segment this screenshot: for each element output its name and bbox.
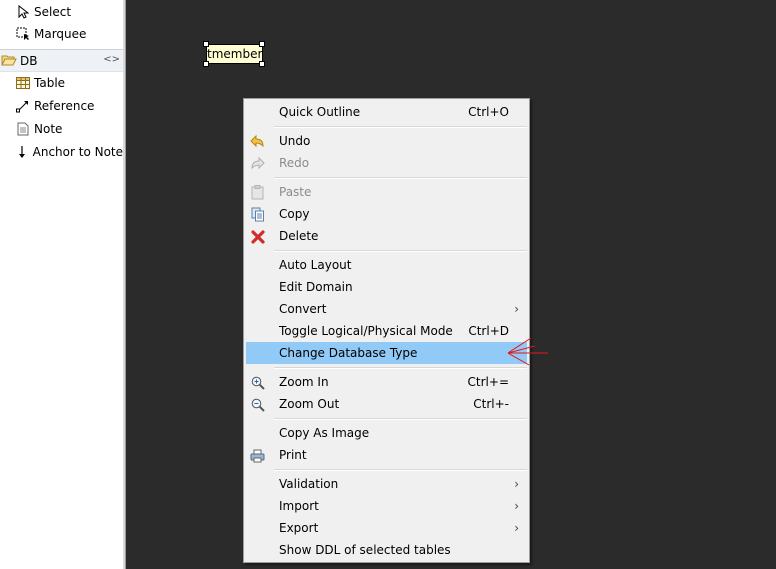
table-icon — [16, 76, 30, 90]
drawer-db-label: DB — [20, 53, 38, 68]
menu-item-show-ddl[interactable]: Show DDL of selected tables — [246, 539, 527, 561]
marquee-icon — [16, 27, 30, 41]
table-node[interactable]: tmember — [206, 44, 263, 64]
submenu-arrow-icon: › — [514, 302, 519, 316]
menu-item-shortcut: Ctrl+= — [467, 375, 509, 389]
redo-icon — [250, 156, 265, 171]
selection-handle[interactable] — [259, 61, 265, 67]
submenu-arrow-icon: › — [514, 499, 519, 513]
submenu-arrow-icon: › — [514, 477, 519, 491]
menu-item-copy-as-image[interactable]: Copy As Image — [246, 422, 527, 444]
palette-item-anchor-label: Anchor to Note — [32, 145, 123, 159]
menu-item-export[interactable]: Export › — [246, 517, 527, 539]
palette-item-anchor[interactable]: Anchor to Note — [0, 141, 123, 163]
menu-item-label: Export — [279, 521, 319, 535]
menu-separator — [274, 418, 527, 420]
menu-item-undo[interactable]: Undo — [246, 130, 527, 152]
menu-item-label: Validation — [279, 477, 339, 491]
menu-item-auto-layout[interactable]: Auto Layout — [246, 254, 527, 276]
menu-item-shortcut: Ctrl+D — [468, 324, 509, 338]
menu-separator — [274, 367, 527, 369]
menu-item-label: Copy As Image — [279, 426, 370, 440]
menu-item-label: Zoom In — [279, 375, 329, 389]
menu-item-copy[interactable]: Copy — [246, 203, 527, 225]
menu-item-label: Paste — [279, 185, 312, 199]
palette-item-table-label: Table — [34, 76, 66, 90]
context-menu: Quick Outline Ctrl+O Undo Redo Paste Cop… — [243, 98, 530, 563]
menu-item-label: Undo — [279, 134, 311, 148]
menu-item-label: Redo — [279, 156, 310, 170]
arrow-cursor-icon — [16, 5, 30, 19]
open-folder-icon — [1, 54, 17, 68]
submenu-arrow-icon: › — [514, 521, 519, 535]
tool-select[interactable]: Select — [0, 1, 123, 23]
table-node-label: tmember — [207, 47, 263, 61]
menu-item-label: Change Database Type — [279, 346, 418, 360]
menu-item-label: Toggle Logical/Physical Mode — [279, 324, 453, 338]
menu-item-shortcut: Ctrl+- — [473, 397, 509, 411]
menu-item-label: Convert — [279, 302, 327, 316]
anchor-arrow-icon — [16, 145, 29, 159]
menu-item-quick-outline[interactable]: Quick Outline Ctrl+O — [246, 101, 527, 123]
menu-item-import[interactable]: Import › — [246, 495, 527, 517]
palette-item-reference[interactable]: Reference — [0, 95, 123, 117]
menu-separator — [274, 177, 527, 179]
paste-icon — [250, 185, 265, 200]
menu-item-print[interactable]: Print — [246, 444, 527, 466]
zoom-in-icon — [250, 375, 265, 390]
menu-item-zoom-out[interactable]: Zoom Out Ctrl+- — [246, 393, 527, 415]
menu-item-label: Import — [279, 499, 319, 513]
menu-item-redo[interactable]: Redo — [246, 152, 527, 174]
menu-item-toggle-mode[interactable]: Toggle Logical/Physical Mode Ctrl+D — [246, 320, 527, 342]
menu-item-edit-domain[interactable]: Edit Domain — [246, 276, 527, 298]
tool-marquee[interactable]: Marquee — [0, 23, 123, 45]
menu-item-label: Delete — [279, 229, 319, 243]
menu-item-validation[interactable]: Validation › — [246, 473, 527, 495]
copy-icon — [250, 207, 265, 222]
tool-marquee-label: Marquee — [34, 27, 87, 41]
menu-item-label: Copy — [279, 207, 310, 221]
palette-item-reference-label: Reference — [34, 99, 95, 113]
tool-select-label: Select — [34, 5, 72, 19]
selection-handle[interactable] — [203, 41, 209, 47]
menu-item-shortcut: Ctrl+O — [468, 105, 509, 119]
menu-separator — [274, 126, 527, 128]
palette-sash[interactable] — [123, 0, 126, 569]
reference-icon — [16, 99, 30, 113]
print-icon — [250, 448, 265, 463]
palette-item-note-label: Note — [34, 122, 63, 136]
menu-item-change-database-type[interactable]: Change Database Type — [246, 342, 527, 364]
selection-handle[interactable] — [259, 41, 265, 47]
menu-item-delete[interactable]: Delete — [246, 225, 527, 247]
selection-handle[interactable] — [203, 61, 209, 67]
menu-item-label: Edit Domain — [279, 280, 353, 294]
note-icon — [16, 122, 30, 136]
delete-icon — [250, 229, 265, 244]
menu-item-label: Zoom Out — [279, 397, 340, 411]
menu-separator — [274, 469, 527, 471]
annotation-arrow-icon — [507, 337, 548, 366]
menu-separator — [274, 250, 527, 252]
menu-item-paste[interactable]: Paste — [246, 181, 527, 203]
palette-item-note[interactable]: Note — [0, 118, 123, 140]
menu-item-label: Quick Outline — [279, 105, 361, 119]
menu-item-zoom-in[interactable]: Zoom In Ctrl+= — [246, 371, 527, 393]
collapse-icon[interactable]: <> — [103, 54, 120, 65]
palette: Select Marquee DB <> Table Reference Not… — [0, 0, 123, 569]
palette-item-table[interactable]: Table — [0, 72, 123, 94]
undo-icon — [250, 134, 265, 149]
drawer-db[interactable]: DB <> — [0, 50, 123, 72]
menu-item-label: Print — [279, 448, 307, 462]
menu-item-label: Auto Layout — [279, 258, 352, 272]
menu-item-label: Show DDL of selected tables — [279, 543, 451, 557]
menu-item-convert[interactable]: Convert › — [246, 298, 527, 320]
zoom-out-icon — [250, 397, 265, 412]
